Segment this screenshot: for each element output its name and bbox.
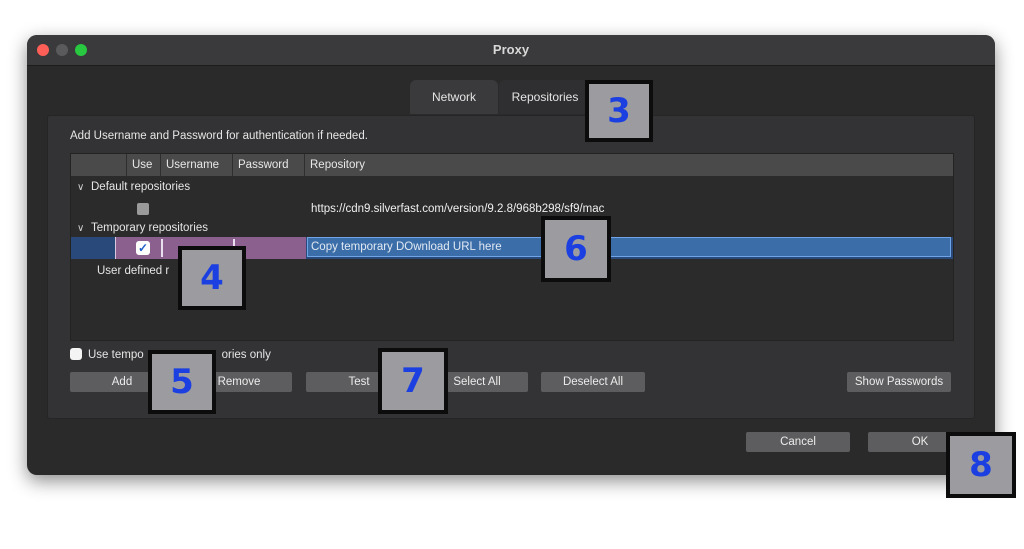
callout-7: 7 [378, 348, 448, 414]
title-bar: Proxy [27, 35, 995, 66]
group-temporary-repositories[interactable]: ∨ Temporary repositories [77, 222, 208, 234]
tab-repositories[interactable]: Repositories [499, 80, 591, 114]
chevron-down-icon: ∨ [77, 182, 85, 193]
use-temporary-only-label: Use tempo [88, 349, 144, 361]
default-repo-use-checkbox [137, 203, 149, 215]
use-temporary-only-checkbox[interactable] [70, 348, 82, 360]
deselect-all-button[interactable]: Deselect All [541, 372, 645, 392]
callout-5: 5 [148, 350, 216, 414]
instruction-text: Add Username and Password for authentica… [70, 130, 368, 142]
column-header-username[interactable]: Username [160, 154, 232, 176]
show-passwords-button[interactable]: Show Passwords [847, 372, 951, 392]
group-label: Temporary repositories [91, 222, 208, 234]
column-header-password[interactable]: Password [232, 154, 304, 176]
group-user-defined-repositories[interactable]: User defined r [97, 265, 169, 277]
callout-3: 3 [585, 80, 653, 142]
tab-network[interactable]: Network [410, 80, 498, 114]
chevron-down-icon: ∨ [77, 223, 85, 234]
checkmark-icon: ✓ [137, 241, 149, 255]
column-header-repository[interactable]: Repository [304, 154, 953, 176]
callout-4: 4 [178, 246, 246, 310]
temporary-repo-url-input[interactable] [307, 237, 951, 257]
group-default-repositories[interactable]: ∨ Default repositories [77, 181, 190, 193]
group-label: Default repositories [91, 181, 191, 193]
cancel-button[interactable]: Cancel [746, 432, 850, 452]
window-title: Proxy [492, 42, 530, 57]
use-temporary-only-label-tail: ories only [221, 349, 271, 361]
callout-8: 8 [946, 432, 1016, 498]
table-header: Use Username Password Repository [71, 154, 953, 176]
column-header-use[interactable]: Use [126, 154, 160, 176]
column-divider [161, 239, 163, 257]
default-repo-url: https://cdn9.silverfast.com/version/9.2.… [311, 203, 605, 215]
temporary-repo-use-checkbox[interactable]: ✓ [136, 241, 150, 255]
callout-6: 6 [541, 216, 611, 282]
